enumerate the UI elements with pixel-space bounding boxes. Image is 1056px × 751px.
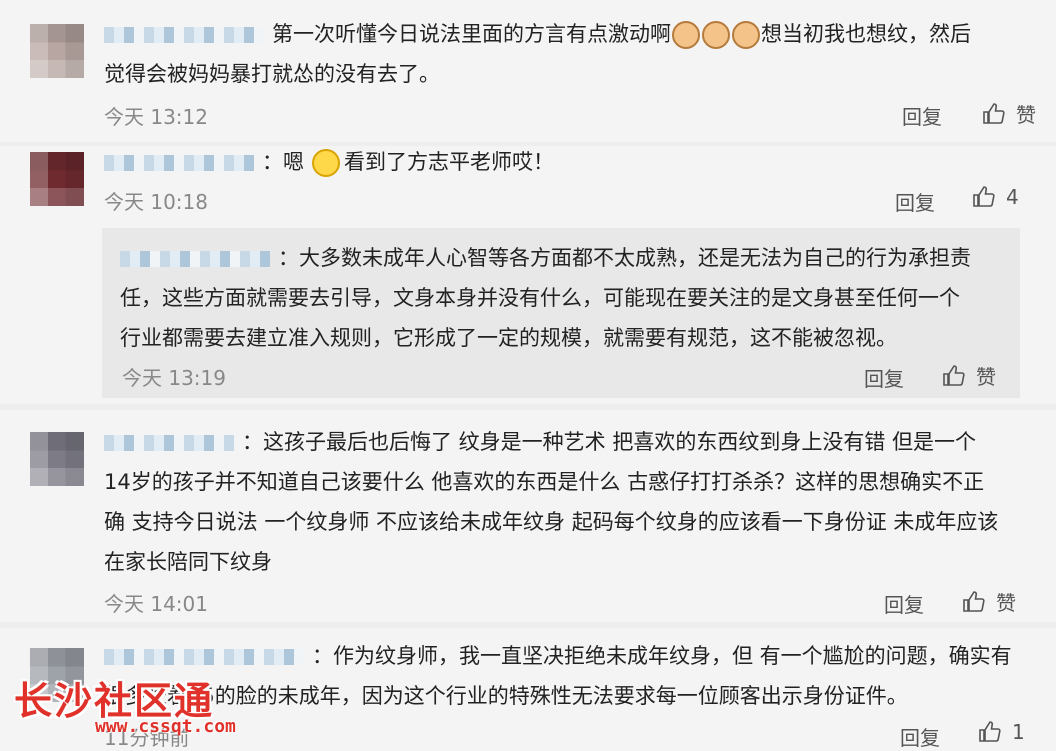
username[interactable] bbox=[120, 251, 270, 267]
username[interactable] bbox=[104, 27, 264, 43]
cat-emoji-icon bbox=[702, 21, 730, 49]
comment-text: ：嗯 看到了方志平老师哎！ bbox=[104, 142, 1004, 182]
comment-card-2: ：嗯 看到了方志平老师哎！ 今天 10:18 回复 4 ：大多数未成年人心智等各方… bbox=[0, 146, 1056, 404]
reply-button[interactable]: 回复 bbox=[900, 722, 940, 751]
like-button[interactable]: 1 bbox=[978, 720, 1025, 744]
avatar[interactable] bbox=[30, 432, 84, 486]
username[interactable] bbox=[104, 155, 254, 171]
avatar[interactable] bbox=[30, 152, 84, 206]
smile-emoji-icon bbox=[312, 149, 340, 177]
timestamp: 今天 13:12 bbox=[104, 105, 208, 129]
comment-card-1: 第一次听懂今日说法里面的方言有点激动啊 想当初我也想纹，然后 觉得会被妈妈暴打就怂… bbox=[0, 0, 1056, 142]
quote-text: ：大多数未成年人心智等各方面都不太成熟，还是无法为自己的行为承担责 任，这些方面… bbox=[120, 246, 971, 350]
comment-card-3: ：这孩子最后也后悔了 纹身是一种艺术 把喜欢的东西纹到身上没有错 但是一个 14… bbox=[0, 410, 1056, 622]
quoted-reply: ：大多数未成年人心智等各方面都不太成熟，还是无法为自己的行为承担责 任，这些方面… bbox=[102, 228, 1020, 398]
username[interactable] bbox=[104, 649, 304, 665]
timestamp: 今天 13:19 bbox=[122, 366, 226, 390]
like-button[interactable]: 赞 bbox=[962, 587, 1016, 616]
like-button[interactable]: 赞 bbox=[942, 361, 996, 390]
comment-text: ：这孩子最后也后悔了 纹身是一种艺术 把喜欢的东西纹到身上没有错 但是一个 14… bbox=[104, 430, 999, 574]
comment-text: ：作为纹身师，我一直坚决拒绝未成年纹身，但 有一个尴尬的问题，确实有 很多长着2… bbox=[104, 644, 1012, 708]
reply-button[interactable]: 回复 bbox=[895, 187, 935, 216]
cat-emoji-icon bbox=[732, 21, 760, 49]
reply-button[interactable]: 回复 bbox=[902, 101, 942, 130]
thumbs-up-icon bbox=[973, 186, 995, 207]
watermark-url: www.cssqt.com bbox=[95, 716, 236, 737]
timestamp: 今天 14:01 bbox=[104, 592, 208, 616]
avatar[interactable] bbox=[30, 24, 84, 78]
timestamp: 今天 10:18 bbox=[104, 190, 208, 214]
reply-button[interactable]: 回复 bbox=[884, 589, 924, 618]
thumbs-up-icon bbox=[943, 364, 965, 386]
like-button[interactable]: 4 bbox=[972, 185, 1019, 209]
like-button[interactable]: 赞 bbox=[982, 99, 1036, 128]
thumbs-up-icon bbox=[983, 102, 1005, 124]
thumbs-up-icon bbox=[963, 590, 985, 612]
cat-emoji-icon bbox=[672, 21, 700, 49]
reply-button[interactable]: 回复 bbox=[864, 363, 904, 392]
thumbs-up-icon bbox=[979, 721, 1001, 742]
comment-text: 第一次听懂今日说法里面的方言有点激动啊 想当初我也想纹，然后 觉得会被妈妈暴打就怂… bbox=[104, 21, 971, 86]
username[interactable] bbox=[104, 435, 234, 451]
